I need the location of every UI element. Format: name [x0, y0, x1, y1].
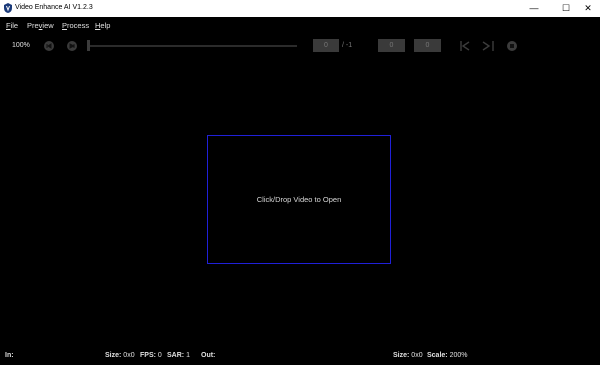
- toolbar: 100% 0 / -1 0 0: [0, 33, 600, 60]
- app-logo-icon: [4, 3, 12, 13]
- zoom-level: 100%: [12, 42, 30, 49]
- title-bar: Video Enhance AI V1.2.3 — ☐ ✕: [0, 0, 600, 17]
- set-start-icon[interactable]: [459, 40, 473, 52]
- play-icon: [69, 43, 76, 49]
- minimize-button[interactable]: —: [522, 0, 546, 17]
- input-label: In:: [5, 352, 14, 359]
- video-preview-area[interactable]: Click/Drop Video to Open: [0, 60, 600, 345]
- current-frame-input[interactable]: 0: [313, 39, 339, 52]
- close-button[interactable]: ✕: [576, 0, 600, 17]
- range-start-input[interactable]: 0: [378, 39, 405, 52]
- input-size: Size: 0x0: [105, 352, 135, 359]
- timeline-handle[interactable]: [87, 40, 90, 51]
- menu-help[interactable]: Help: [95, 21, 110, 30]
- range-end-input[interactable]: 0: [414, 39, 441, 52]
- total-frames: / -1: [342, 42, 353, 49]
- status-bar: In: Size: 0x0 FPS: 0 SAR: 1 Out: Size: 0…: [0, 345, 600, 365]
- menu-bar: File Preview Process Help: [0, 17, 600, 33]
- window-title: Video Enhance AI V1.2.3: [15, 4, 93, 11]
- output-size: Size: 0x0: [393, 352, 423, 359]
- video-drop-zone[interactable]: Click/Drop Video to Open: [207, 135, 391, 264]
- input-sar: SAR: 1: [167, 352, 190, 359]
- skip-back-icon: [46, 43, 52, 49]
- drop-zone-text: Click/Drop Video to Open: [256, 195, 342, 204]
- menu-preview[interactable]: Preview: [27, 21, 54, 30]
- input-fps: FPS: 0: [140, 352, 162, 359]
- timeline-slider[interactable]: [89, 45, 297, 47]
- play-button[interactable]: [67, 41, 77, 51]
- prev-frame-button[interactable]: [44, 41, 54, 51]
- menu-file[interactable]: File: [6, 21, 18, 30]
- output-label: Out:: [201, 352, 216, 359]
- set-end-icon[interactable]: [481, 40, 495, 52]
- stop-icon[interactable]: [505, 40, 519, 52]
- maximize-button[interactable]: ☐: [554, 0, 578, 17]
- menu-process[interactable]: Process: [62, 21, 89, 30]
- output-scale: Scale: 200%: [427, 352, 468, 359]
